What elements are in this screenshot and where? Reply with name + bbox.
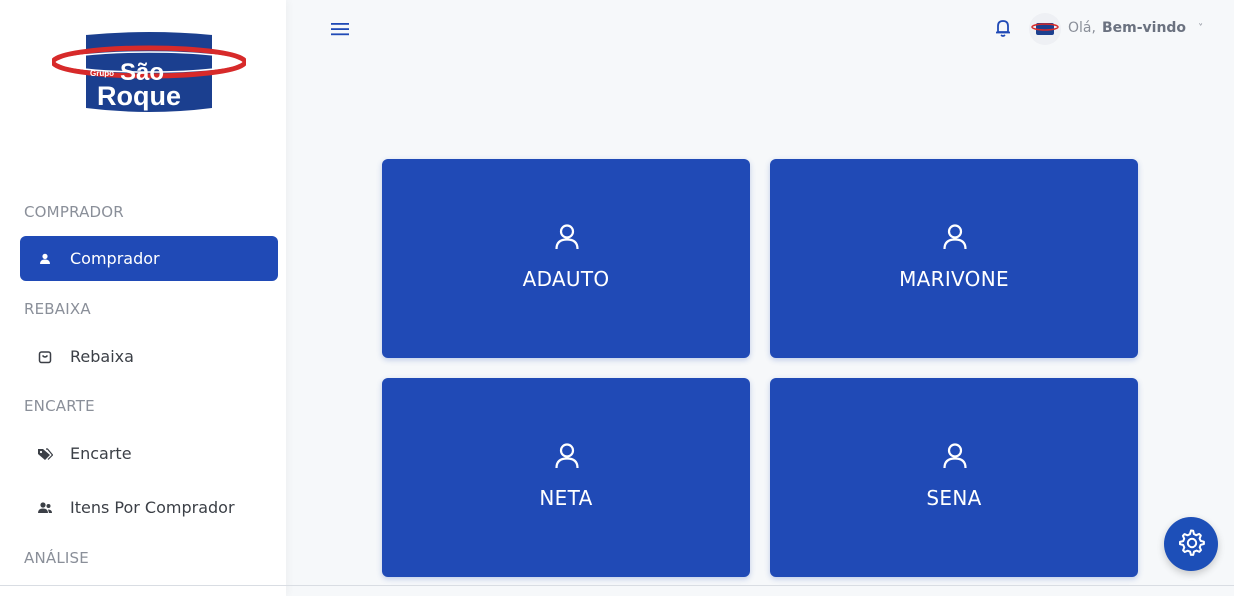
comprador-card-neta[interactable]: NETA (382, 378, 750, 577)
card-label: ADAUTO (522, 267, 610, 291)
chevron-down-icon: ˅ (1198, 22, 1204, 34)
user-icon (20, 253, 70, 265)
bell-icon (994, 18, 1012, 42)
sidebar-item-encarte[interactable]: Encarte (20, 431, 278, 476)
user-icon (942, 223, 968, 251)
user-menu[interactable]: Olá, Bem-vindo ˅ (1068, 20, 1203, 36)
section-header-rebaixa: REBAIXA (24, 300, 91, 318)
section-header-encarte: ENCARTE (24, 397, 95, 415)
brand-line2-text: Roque (97, 81, 181, 111)
sidebar-item-rebaixa[interactable]: Rebaixa (20, 334, 278, 379)
settings-button[interactable] (1164, 517, 1218, 571)
sidebar-item-label: Encarte (70, 444, 132, 463)
comprador-card-sena[interactable]: SENA (770, 378, 1138, 577)
notifications-button[interactable] (993, 19, 1013, 41)
gear-icon (1176, 527, 1206, 561)
user-icon (554, 223, 580, 251)
hamburger-menu-button[interactable] (330, 19, 350, 41)
comprador-card-marivone[interactable]: MARIVONE (770, 159, 1138, 358)
greeting-text: Olá, (1068, 20, 1096, 36)
sidebar-item-comprador[interactable]: Comprador (20, 236, 278, 281)
user-name: Bem-vindo (1101, 20, 1187, 36)
card-label: MARIVONE (899, 267, 1009, 291)
hamburger-icon (331, 21, 349, 40)
sidebar-item-label: Rebaixa (70, 347, 134, 366)
sidebar: Grupo São Roque COMPRADOR Comprador REBA… (0, 0, 286, 596)
user-icon (554, 442, 580, 470)
section-header-comprador: COMPRADOR (24, 203, 124, 221)
section-header-analise: ANÁLISE (24, 549, 89, 567)
brand-logo[interactable]: Grupo São Roque (50, 28, 248, 118)
shopping-bag-icon (20, 350, 70, 364)
users-icon (20, 501, 70, 515)
divider (0, 585, 1234, 586)
sidebar-item-label: Comprador (70, 249, 160, 268)
comprador-card-adauto[interactable]: ADAUTO (382, 159, 750, 358)
card-label: NETA (539, 486, 593, 510)
sidebar-item-itens-por-comprador[interactable]: Itens Por Comprador (20, 485, 278, 530)
user-icon (942, 442, 968, 470)
tags-icon (20, 447, 70, 461)
brand-small-text: Grupo (90, 69, 114, 78)
card-label: SENA (926, 486, 982, 510)
sidebar-item-label: Itens Por Comprador (70, 498, 235, 517)
avatar[interactable] (1029, 13, 1061, 45)
